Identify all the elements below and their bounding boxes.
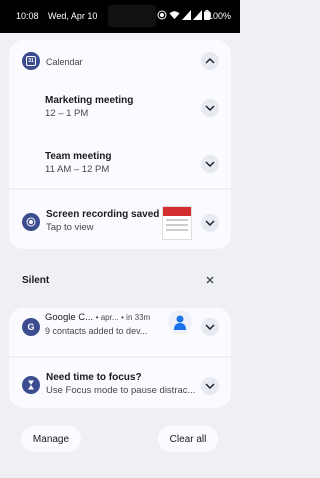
contact-avatar xyxy=(168,310,192,334)
clear-all-button[interactable]: Clear all xyxy=(158,426,218,452)
divider xyxy=(9,356,231,358)
event-time: 12 – 1 PM xyxy=(45,108,89,119)
notification-app-name: Google C... xyxy=(45,312,94,323)
status-notch-area xyxy=(108,5,156,27)
chevron-down-icon xyxy=(205,383,215,389)
event-title: Marketing meeting xyxy=(45,95,134,106)
chevron-down-icon xyxy=(205,105,215,111)
expand-notification-button[interactable] xyxy=(201,318,219,336)
chevron-down-icon xyxy=(205,220,215,226)
calendar-app-icon: 31 xyxy=(22,52,40,70)
screen-record-icon xyxy=(26,217,36,227)
screen-record-icon xyxy=(157,10,167,20)
battery-percent: 100% xyxy=(208,11,232,21)
status-date: Wed, Apr 10 xyxy=(48,11,98,21)
notification-subtitle: Use Focus mode to pause distrac... xyxy=(46,385,196,396)
screen-record-app-icon xyxy=(22,213,40,231)
google-app-icon: G xyxy=(22,318,40,336)
collapse-group-button[interactable] xyxy=(201,52,219,70)
signal-icon xyxy=(182,10,191,20)
calendar-app-name: Calendar xyxy=(46,57,83,67)
status-bar: 10:08 Wed, Apr 10 100% xyxy=(0,0,240,33)
dismiss-silent-button[interactable] xyxy=(203,273,217,287)
chevron-down-icon xyxy=(205,161,215,167)
silent-section-label: Silent xyxy=(22,275,50,286)
expand-event-button[interactable] xyxy=(201,99,219,117)
expand-notification-button[interactable] xyxy=(201,214,219,232)
manage-button[interactable]: Manage xyxy=(21,426,81,452)
notification-time: • in 33m xyxy=(121,313,151,322)
silent-notification-group: G Google C... • apr... • in 33m 9 contac… xyxy=(9,308,231,408)
close-icon xyxy=(206,276,214,284)
chevron-down-icon xyxy=(205,324,215,330)
recording-thumbnail xyxy=(162,206,192,240)
divider xyxy=(9,188,231,190)
expand-event-button[interactable] xyxy=(201,155,219,173)
person-icon xyxy=(174,315,186,330)
notification-subtitle: 9 contacts added to dev... xyxy=(45,326,148,336)
expand-notification-button[interactable] xyxy=(201,377,219,395)
calendar-notification-group[interactable]: 31 Calendar Marketing meeting 12 – 1 PM … xyxy=(9,40,231,249)
status-icons xyxy=(157,10,210,20)
status-time: 10:08 xyxy=(16,11,39,21)
notification-header: Google C... • apr... • in 33m xyxy=(45,312,150,323)
notification-title: Screen recording saved xyxy=(46,209,160,220)
wifi-icon xyxy=(169,11,180,19)
calendar-icon-label: 31 xyxy=(28,58,34,64)
notification-title: Need time to focus? xyxy=(46,372,142,383)
event-title: Team meeting xyxy=(45,151,112,162)
notification-account: • apr... xyxy=(95,313,119,322)
chevron-up-icon xyxy=(205,58,215,64)
event-time: 11 AM – 12 PM xyxy=(45,164,110,175)
focus-app-icon xyxy=(22,376,40,394)
hourglass-icon xyxy=(28,380,34,390)
notification-subtitle: Tap to view xyxy=(46,222,94,233)
signal-icon xyxy=(193,10,202,20)
